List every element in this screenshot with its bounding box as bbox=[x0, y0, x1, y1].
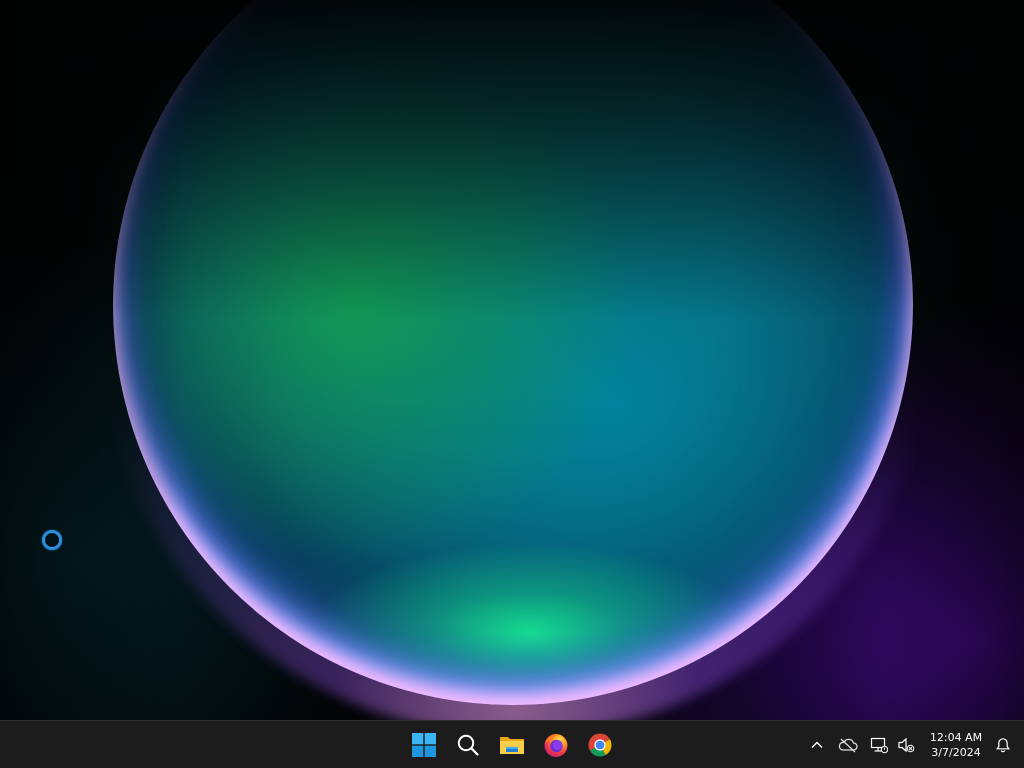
windows-start-icon bbox=[412, 733, 436, 757]
clock-date: 3/7/2024 bbox=[931, 746, 981, 759]
system-tray: 12:04 AM 3/7/2024 bbox=[802, 721, 1024, 768]
firefox-icon bbox=[544, 734, 568, 757]
search-icon bbox=[457, 734, 479, 756]
clock-time: 12:04 AM bbox=[929, 731, 983, 744]
file-explorer-icon bbox=[500, 737, 524, 754]
onedrive-button[interactable] bbox=[832, 725, 864, 765]
firefox-button[interactable] bbox=[534, 725, 578, 765]
notifications-button[interactable] bbox=[988, 725, 1018, 765]
chrome-button[interactable] bbox=[578, 725, 622, 765]
file-explorer-button[interactable] bbox=[490, 725, 534, 765]
taskbar-pinned-apps bbox=[402, 721, 622, 768]
speaker-muted-icon bbox=[898, 737, 915, 753]
busy-cursor-icon bbox=[42, 530, 62, 550]
wallpaper-side-shade bbox=[0, 0, 1024, 720]
show-hidden-icons-button[interactable] bbox=[802, 725, 832, 765]
onedrive-offline-icon bbox=[838, 738, 858, 753]
desktop[interactable] bbox=[0, 0, 1024, 720]
clock[interactable]: 12:04 AM 3/7/2024 bbox=[924, 725, 988, 765]
search-button[interactable] bbox=[446, 725, 490, 765]
start-button[interactable] bbox=[402, 725, 446, 765]
network-disconnected-icon bbox=[870, 737, 888, 754]
chrome-icon bbox=[588, 733, 612, 757]
chevron-up-icon bbox=[811, 741, 823, 748]
volume-button[interactable] bbox=[894, 725, 918, 765]
bell-icon bbox=[996, 738, 1010, 753]
taskbar: 12:04 AM 3/7/2024 bbox=[0, 720, 1024, 768]
network-button[interactable] bbox=[864, 725, 894, 765]
